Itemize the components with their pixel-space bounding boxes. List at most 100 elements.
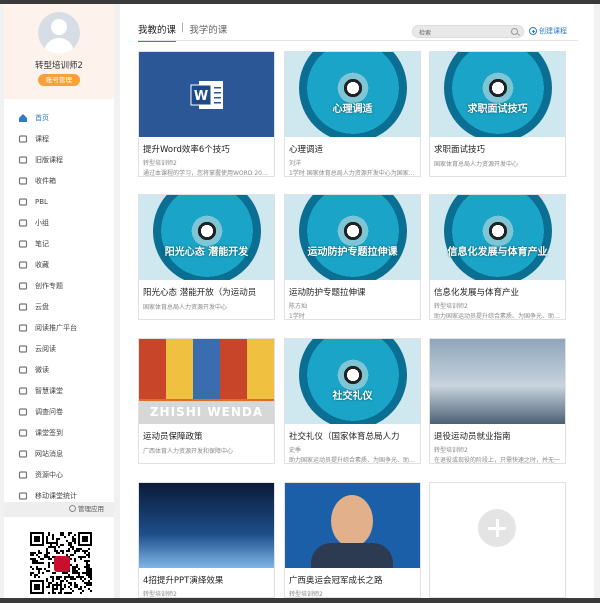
- sidebar-item-group[interactable]: 小组: [4, 212, 114, 233]
- course-title[interactable]: 社交礼仪（国家体育总局人力: [289, 430, 416, 442]
- qr-code: [30, 532, 92, 594]
- course-teacher: 转型培训师2: [434, 447, 468, 454]
- stats-icon: [18, 491, 28, 501]
- sidebar-item-label: 微读: [35, 365, 49, 374]
- course-title[interactable]: 心理调适: [289, 143, 416, 155]
- course-card[interactable]: 求职面试技巧 求职面试技巧 国家体育总局人力资源开发中心: [429, 51, 566, 177]
- course-thumbnail[interactable]: 信息化发展与体育产业: [430, 195, 565, 280]
- course-teacher: 刘洋: [289, 160, 302, 167]
- plus-icon[interactable]: [478, 509, 516, 547]
- course-card[interactable]: 广西奥运会冠军成长之路 转型培训师2: [284, 482, 421, 598]
- course-title[interactable]: 阳光心态 潜能开放（为运动员: [143, 286, 270, 298]
- course-title[interactable]: 广西奥运会冠军成长之路: [289, 574, 416, 586]
- course-thumbnail[interactable]: 阳光心态 潜能开发: [139, 195, 274, 280]
- thumbnail-caption: 心理调适: [332, 104, 373, 115]
- sidebar-item-label: 首页: [35, 113, 49, 122]
- course-thumbnail[interactable]: [430, 339, 565, 424]
- sidebar-item-note[interactable]: 笔记: [4, 233, 114, 254]
- tab-separator: |: [181, 22, 185, 33]
- add-course-card[interactable]: [429, 482, 566, 598]
- sidebar-item-topic[interactable]: 创作专题: [4, 275, 114, 296]
- course-thumbnail[interactable]: [430, 483, 565, 568]
- course-card[interactable]: W 提升Word效率6个技巧转型培训师2 通过本课程的学习，您将掌握使用WORD 2…: [138, 51, 275, 177]
- course-thumbnail[interactable]: [285, 483, 420, 568]
- sidebar-item-cloud[interactable]: 云盘: [4, 296, 114, 317]
- account-manage-button[interactable]: 账号管理: [38, 74, 80, 86]
- course-title[interactable]: 信息化发展与体育产业: [434, 286, 561, 298]
- search-input[interactable]: [419, 27, 509, 37]
- create-course-label: 创建课程: [539, 27, 567, 35]
- course-thumbnail[interactable]: 求职面试技巧: [430, 52, 565, 137]
- course-thumbnail[interactable]: W: [139, 52, 274, 137]
- course-title[interactable]: 退役运动员就业指南: [434, 430, 561, 442]
- sidebar-item-pbl[interactable]: PBL: [4, 191, 114, 212]
- sidebar-item-home[interactable]: 首页: [4, 107, 114, 128]
- sidebar-item-course[interactable]: 课程: [4, 128, 114, 149]
- tab-my-teaching[interactable]: 我教的课: [138, 22, 177, 42]
- sidebar-item-checkin[interactable]: 课堂签到: [4, 422, 114, 443]
- course-card[interactable]: 阳光心态 潜能开发阳光心态 潜能开放（为运动员国家体育总局人力资源开发中心: [138, 194, 275, 320]
- course-card[interactable]: 心理调适心理调适刘洋1学时 国家体育总局人力资源开发中心为国家队运动员提供: [284, 51, 421, 177]
- disc-graphic: [153, 195, 261, 280]
- tab-my-learning[interactable]: 我学的课: [189, 22, 227, 40]
- course-card[interactable]: ZHISHI WENDA 运动员保障政策 广西体育人力资源开发和保障中心: [138, 338, 275, 464]
- avatar[interactable]: [38, 12, 80, 54]
- sidebar-item-label: 网站消息: [35, 449, 63, 458]
- sidebar-item-old-course[interactable]: 旧版课程: [4, 149, 114, 170]
- course-thumbnail[interactable]: [139, 483, 274, 568]
- disc-graphic: [444, 52, 552, 137]
- sidebar-item-label: 智慧课堂: [35, 386, 63, 395]
- course-teacher: 转型培训师2: [143, 160, 177, 167]
- course-teacher: 陈方灿: [289, 303, 308, 310]
- course-card[interactable]: 运动防护专题拉伸课 运动防护专题拉伸课 陈方灿 1学时: [284, 194, 421, 320]
- course-card[interactable]: 信息化发展与体育产业 信息化发展与体育产业 转型培训师2 助力国家运动员提升综合素质、…: [429, 194, 566, 320]
- cloud-icon: [18, 302, 28, 312]
- profile-panel: 转型培训师2 账号管理: [4, 4, 114, 99]
- search-icon[interactable]: [511, 28, 518, 35]
- smart-class-icon: [18, 386, 28, 396]
- avatar-body-icon: [44, 38, 74, 54]
- course-desc: 助力国家运动员提升综合素质、为国争光、助力退役: [434, 313, 561, 320]
- sidebar-item-survey[interactable]: 调查问卷: [4, 401, 114, 422]
- manage-apps-button[interactable]: 管理应用: [4, 502, 114, 517]
- sidebar-item-label: 收件箱: [35, 176, 56, 185]
- sidebar-item-label: 小组: [35, 218, 49, 227]
- course-desc: 国家体育总局人力资源开发中心: [143, 304, 228, 311]
- window-bottom-bar: [0, 598, 600, 603]
- sidebar-item-message[interactable]: 网站消息: [4, 443, 114, 464]
- portrait-face: [331, 495, 373, 547]
- plus-circle-icon: [529, 27, 537, 35]
- course-desc: 助力国家运动员提升综合素质、为国争光、助力退役: [289, 457, 416, 464]
- course-thumbnail[interactable]: ZHISHI WENDA: [139, 339, 274, 424]
- course-card[interactable]: 社交礼仪 社交礼仪（国家体育总局人力 史季 助力国家运动员提升综合素质、为国争光、助力…: [284, 338, 421, 464]
- sidebar-item-inbox[interactable]: 收件箱: [4, 170, 114, 191]
- course-card[interactable]: 退役运动员就业指南 转型培训师2 在退役或现役的阶段上，只需快速之时，并无一: [429, 338, 566, 464]
- course-title[interactable]: 4招提升PPT演绎效果: [143, 574, 270, 586]
- sidebar-item-cloud-reading[interactable]: 云阅读: [4, 338, 114, 359]
- sidebar-item-smart-class[interactable]: 智慧课堂: [4, 380, 114, 401]
- sidebar-item-resource[interactable]: 资源中心: [4, 464, 114, 485]
- course-thumbnail[interactable]: 运动防护专题拉伸课: [285, 195, 420, 280]
- course-title[interactable]: 求职面试技巧: [434, 143, 561, 155]
- course-thumbnail[interactable]: 社交礼仪: [285, 339, 420, 424]
- sidebar-nav: 首页课程 旧版课程收件箱 PBL 小组笔记 收藏 创作专题云盘阅读推广平台云阅读微读智慧课…: [4, 107, 114, 506]
- sidebar-item-favorite[interactable]: 收藏: [4, 254, 114, 275]
- course-title[interactable]: 提升Word效率6个技巧: [143, 143, 270, 155]
- word-logo-icon: W: [190, 81, 223, 109]
- sidebar-item-label: 云盘: [35, 302, 49, 311]
- note-icon: [18, 239, 28, 249]
- course-card[interactable]: 4招提升PPT演绎效果 转型培训师2: [138, 482, 275, 598]
- course-tabs: 我教的课 | 我学的课: [138, 22, 227, 42]
- create-course-button[interactable]: 创建课程: [529, 26, 567, 36]
- sidebar-item-label: 资源中心: [35, 470, 63, 479]
- course-title[interactable]: 运动防护专题拉伸课: [289, 286, 416, 298]
- thumbnail-caption: 阳光心态 潜能开发: [164, 247, 249, 258]
- course-desc: 通过本课程的学习，您将掌握使用WORD 2010提升效率的技巧: [143, 170, 270, 177]
- sidebar-item-micro-read[interactable]: 微读: [4, 359, 114, 380]
- course-title[interactable]: 运动员保障政策: [143, 430, 270, 442]
- sidebar-item-label: 阅读推广平台: [35, 323, 77, 332]
- sidebar-item-reading[interactable]: 阅读推广平台: [4, 317, 114, 338]
- reading-icon: [18, 323, 28, 333]
- course-thumbnail[interactable]: 心理调适: [285, 52, 420, 137]
- favorite-icon: [18, 260, 28, 270]
